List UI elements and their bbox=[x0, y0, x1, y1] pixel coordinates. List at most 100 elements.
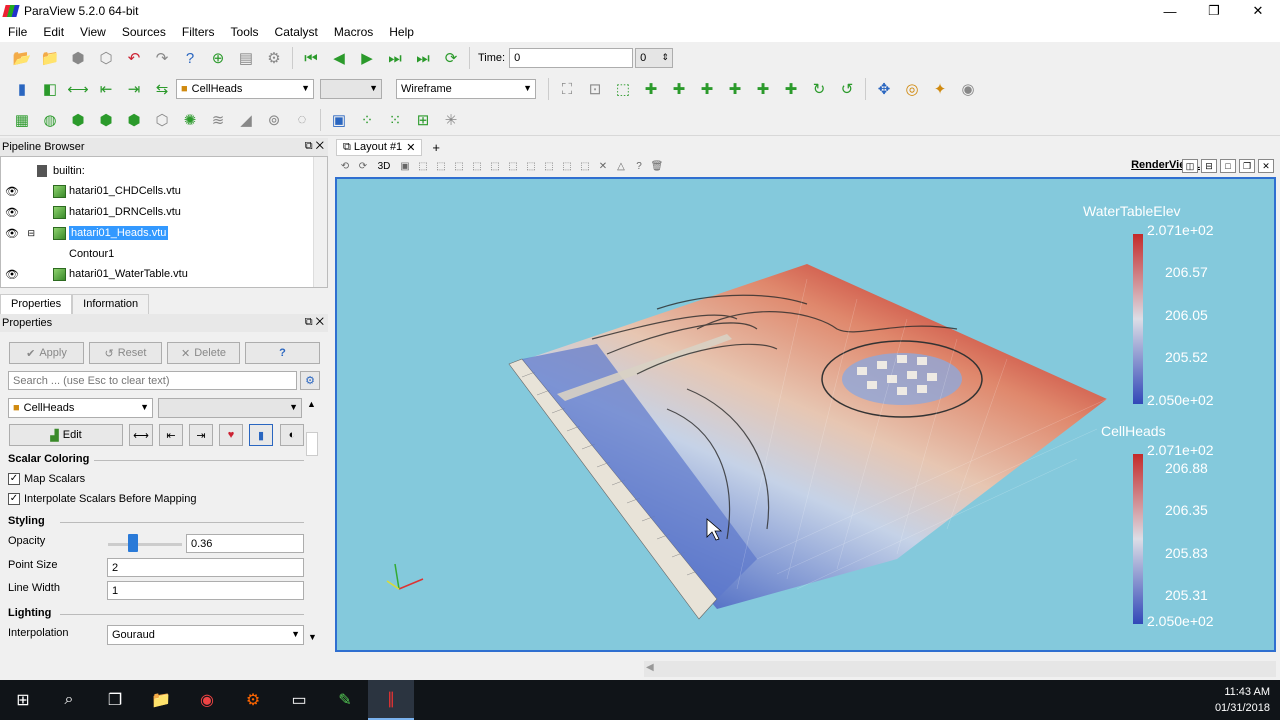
zoom-box-icon[interactable]: ⬚ bbox=[611, 77, 635, 101]
reset-button[interactable]: ↺ Reset bbox=[89, 342, 162, 364]
select-points-on-icon[interactable]: ⁘ bbox=[355, 108, 379, 132]
file-explorer-icon[interactable]: 📁 bbox=[138, 680, 184, 720]
render-view[interactable]: WaterTableElev 2.071e+02 206.57 206.05 2… bbox=[335, 177, 1276, 652]
split-horizontal-icon[interactable]: ◫ bbox=[1182, 159, 1198, 173]
opacity-slider-handle[interactable] bbox=[128, 534, 138, 552]
rescale-custom-icon[interactable]: ⇤ bbox=[159, 424, 183, 446]
pick-center-icon[interactable]: ✦ bbox=[928, 77, 952, 101]
split-vertical-icon[interactable]: ⊟ bbox=[1201, 159, 1217, 173]
apply-button[interactable]: ✔ Apply bbox=[9, 342, 84, 364]
map-scalars-checkbox[interactable]: ✓ Map Scalars bbox=[8, 473, 85, 485]
grow-selection-icon[interactable]: ⬚ bbox=[558, 161, 576, 172]
select-cells-through-icon[interactable]: ⁙ bbox=[383, 108, 407, 132]
restore-button[interactable]: ❐ bbox=[1192, 0, 1236, 22]
disconnect-icon[interactable]: ⬡ bbox=[94, 46, 118, 70]
close-button[interactable]: ✕ bbox=[1236, 0, 1280, 22]
app-icon[interactable]: ⚙ bbox=[230, 680, 276, 720]
pipeline-item-selected[interactable]: 👁 ⊟ hatari01_Heads.vtu bbox=[1, 223, 315, 243]
previous-frame-icon[interactable]: ◀ bbox=[327, 46, 351, 70]
view-hscrollbar[interactable]: ◀ bbox=[644, 661, 1276, 677]
time-input[interactable]: 0 bbox=[509, 48, 634, 68]
point-size-input[interactable]: 2 bbox=[107, 558, 304, 577]
menu-file[interactable]: File bbox=[0, 25, 35, 39]
extract-level-icon[interactable]: ◌ bbox=[290, 108, 314, 132]
camera-redo-icon[interactable]: ⟳ bbox=[354, 161, 372, 172]
save-state-icon[interactable]: 📁 bbox=[38, 46, 62, 70]
search-icon[interactable]: ⌕ bbox=[46, 680, 92, 720]
edit-colormap-button[interactable]: ▟ Edit bbox=[9, 424, 123, 446]
view-plus-z-icon[interactable]: ✚ bbox=[751, 77, 775, 101]
contour-icon[interactable]: ◍ bbox=[38, 108, 62, 132]
system-clock[interactable]: 11:43 AM 01/31/2018 bbox=[1215, 684, 1270, 716]
interpolation-select[interactable]: Gouraud ▼ bbox=[107, 625, 304, 645]
menu-edit[interactable]: Edit bbox=[35, 25, 72, 39]
terminal-icon[interactable]: ▭ bbox=[276, 680, 322, 720]
clear-selection-icon[interactable]: ✳ bbox=[439, 108, 463, 132]
zoom-to-data-icon[interactable]: ⊡ bbox=[583, 77, 607, 101]
query-help-icon[interactable]: ? bbox=[630, 161, 648, 172]
show-center-icon[interactable]: ◉ bbox=[956, 77, 980, 101]
camera-undo-icon[interactable]: ⟲ bbox=[336, 161, 354, 172]
connect-icon[interactable]: ⬢ bbox=[66, 46, 90, 70]
eye-icon[interactable]: 👁 bbox=[1, 268, 23, 281]
menu-help[interactable]: Help bbox=[381, 25, 422, 39]
select-points-frustum-icon[interactable]: ⬚ bbox=[468, 161, 486, 172]
pipeline-item[interactable]: 👁 hatari01_WaterTable.vtu bbox=[1, 264, 315, 284]
view-minus-x-icon[interactable]: ✚ bbox=[667, 77, 691, 101]
close-tab-icon[interactable]: ✕ bbox=[406, 141, 415, 154]
loop-icon[interactable]: ⟳ bbox=[439, 46, 463, 70]
scroll-up-icon[interactable]: ▲ bbox=[307, 399, 316, 409]
windows-start-icon[interactable]: ⊞ bbox=[0, 680, 46, 720]
eye-icon[interactable]: 👁 bbox=[1, 185, 23, 198]
pipeline-item[interactable]: 👁 hatari01_CHDCells.vtu bbox=[1, 181, 315, 201]
rescale-custom-icon[interactable]: ⇤ bbox=[94, 77, 118, 101]
toggle-3d-button[interactable]: 3D bbox=[372, 161, 396, 172]
rescale-temporal-icon[interactable]: ⇥ bbox=[122, 77, 146, 101]
color-by-select[interactable]: ■ CellHeads ▼ bbox=[176, 79, 314, 99]
rescale-temporal-icon[interactable]: ⇥ bbox=[189, 424, 213, 446]
color-by-select[interactable]: ■ CellHeads ▼ bbox=[8, 398, 153, 418]
maximize-view-icon[interactable]: □ bbox=[1220, 159, 1236, 173]
redo-icon[interactable]: ↷ bbox=[150, 46, 174, 70]
advanced-gear-icon[interactable]: ⚙ bbox=[300, 371, 320, 390]
next-frame-icon[interactable]: ⏭ bbox=[383, 46, 407, 70]
scroll-down-icon[interactable]: ▼ bbox=[308, 632, 317, 642]
minimize-button[interactable]: — bbox=[1148, 0, 1192, 22]
threshold-icon[interactable]: ⬢ bbox=[122, 108, 146, 132]
delete-button[interactable]: ✕ Delete bbox=[167, 342, 240, 364]
select-cells-icon[interactable]: ⬚ bbox=[414, 161, 432, 172]
opacity-input[interactable]: 0.36 bbox=[186, 534, 304, 553]
properties-scrollbar[interactable] bbox=[306, 432, 318, 456]
view-minus-z-icon[interactable]: ✚ bbox=[779, 77, 803, 101]
open-file-icon[interactable]: 📂 bbox=[10, 46, 34, 70]
interpolate-scalars-checkbox[interactable]: ✓ Interpolate Scalars Before Mapping bbox=[8, 493, 196, 505]
timestep-spinner[interactable]: 0 ⇕ bbox=[635, 48, 674, 68]
rescale-range-icon[interactable]: ⟷ bbox=[66, 77, 90, 101]
component-select[interactable]: ▼ bbox=[320, 79, 382, 99]
view-plus-y-icon[interactable]: ✚ bbox=[695, 77, 719, 101]
menu-sources[interactable]: Sources bbox=[114, 25, 174, 39]
pipeline-item[interactable]: Contour1 bbox=[1, 244, 315, 264]
undo-icon[interactable]: ↶ bbox=[122, 46, 146, 70]
line-width-input[interactable]: 1 bbox=[107, 581, 304, 600]
select-points-through-icon[interactable]: ⊞ bbox=[411, 108, 435, 132]
warp-icon[interactable]: ◢ bbox=[234, 108, 258, 132]
play-icon[interactable]: ▶ bbox=[355, 46, 379, 70]
favorite-icon[interactable]: ♥ bbox=[219, 424, 243, 446]
show-legend-icon[interactable]: ▮ bbox=[249, 424, 273, 446]
select-block-icon[interactable]: ⬚ bbox=[504, 161, 522, 172]
add-layout-button[interactable]: + bbox=[432, 140, 440, 155]
select-polygon-icon[interactable]: ⬚ bbox=[486, 161, 504, 172]
last-frame-icon[interactable]: ⏭ bbox=[411, 46, 435, 70]
interactive-select-icon[interactable]: ⬚ bbox=[522, 161, 540, 172]
edit-color-map-icon[interactable]: ◧ bbox=[38, 77, 62, 101]
group-icon[interactable]: ⊚ bbox=[262, 108, 286, 132]
component-select[interactable]: ▼ bbox=[158, 398, 302, 418]
help-icon[interactable]: ? bbox=[178, 46, 202, 70]
task-view-icon[interactable]: ❐ bbox=[92, 680, 138, 720]
help-button[interactable]: ? bbox=[245, 342, 320, 364]
ruler-icon[interactable]: △ bbox=[612, 161, 630, 172]
tab-layout-1[interactable]: ⧉ Layout #1 ✕ bbox=[336, 138, 423, 156]
restore-view-icon[interactable]: ❐ bbox=[1239, 159, 1255, 173]
menu-macros[interactable]: Macros bbox=[326, 25, 381, 39]
